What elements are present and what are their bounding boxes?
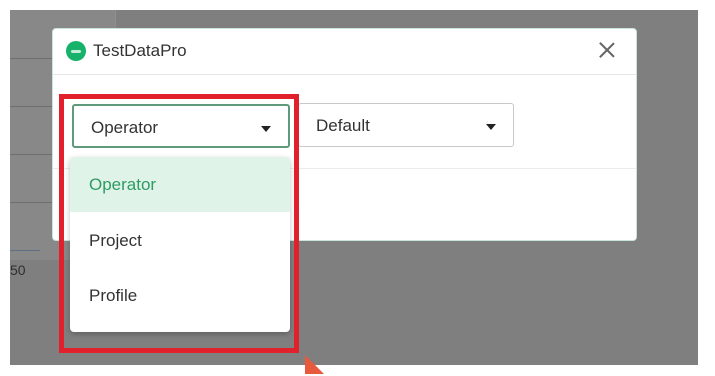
screen: 50 TestDataPro Operator Default Operator…	[0, 0, 715, 376]
role-select[interactable]: Operator	[72, 104, 290, 148]
dropdown-option-operator[interactable]: Operator	[70, 157, 290, 212]
dropdown-option-label: Project	[89, 231, 142, 250]
dialog-header: TestDataPro	[53, 29, 636, 75]
dropdown-option-project[interactable]: Project	[70, 213, 290, 268]
dropdown-option-profile[interactable]: Profile	[70, 268, 290, 323]
cursor-pointer-icon	[305, 355, 324, 374]
role-select-value: Operator	[91, 118, 159, 137]
caret-down-icon	[486, 124, 496, 130]
dropdown-option-label: Profile	[89, 286, 138, 305]
caret-down-icon	[261, 126, 271, 132]
close-button[interactable]	[596, 39, 618, 61]
app-logo-icon	[66, 41, 86, 61]
dialog-title: TestDataPro	[93, 41, 187, 60]
role-dropdown-menu: Operator Project Profile	[70, 157, 290, 332]
background-axis-line	[10, 250, 40, 251]
dropdown-option-label: Operator	[89, 175, 157, 194]
background-axis-tick-label: 50	[10, 262, 26, 278]
profile-select-value: Default	[316, 116, 370, 135]
profile-select[interactable]: Default	[298, 103, 514, 147]
